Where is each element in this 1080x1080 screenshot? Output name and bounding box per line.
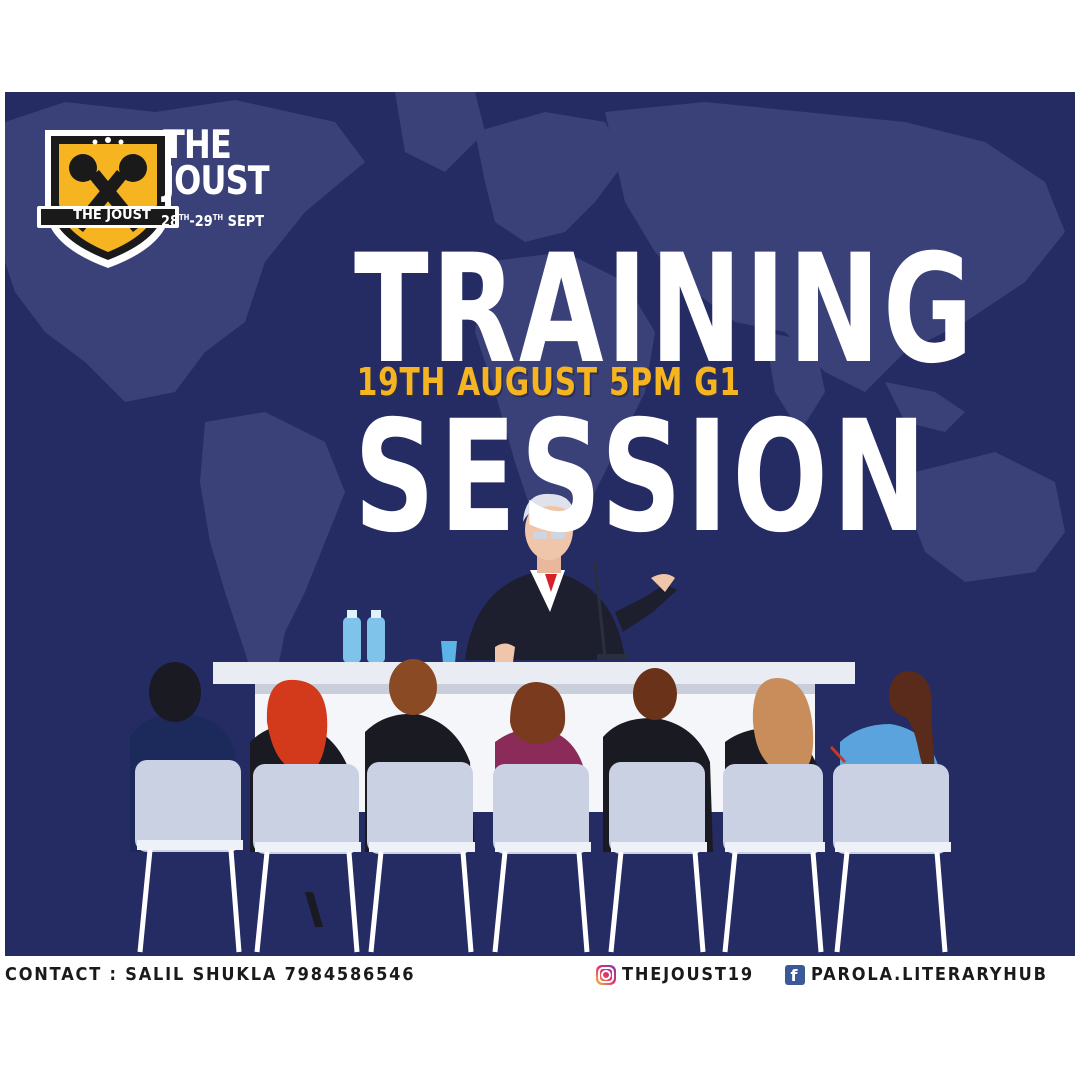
contact-info: CONTACT : SALIL SHUKLA 7984586546: [5, 964, 416, 985]
start-day: 28: [161, 212, 179, 230]
instagram-handle[interactable]: THEJOUST19: [622, 964, 754, 985]
facebook-icon: f: [784, 964, 805, 985]
end-suffix: TH: [212, 213, 224, 222]
event-dates: 28TH-29TH SEPT: [161, 212, 265, 230]
session-details: 19TH AUGUST 5PM G1: [356, 360, 741, 404]
brand-title: THE JOUST: [163, 126, 270, 204]
start-suffix: TH: [178, 213, 190, 222]
water-bottles: [343, 610, 457, 663]
headline-session: SESSION: [354, 388, 931, 567]
brand-title-line2: JOUST: [163, 159, 270, 204]
month: SEPT: [227, 212, 265, 230]
end-day: 29: [194, 212, 213, 230]
audience: [130, 659, 951, 953]
social-handles: THEJOUST19 f PAROLA.LITERARYHUB: [596, 964, 1074, 985]
poster: THE JOUST THE JOUST 28TH-29TH SEPT TRAIN…: [5, 92, 1075, 956]
instagram-icon: [596, 964, 617, 985]
facebook-handle[interactable]: PAROLA.LITERARYHUB: [811, 964, 1048, 985]
